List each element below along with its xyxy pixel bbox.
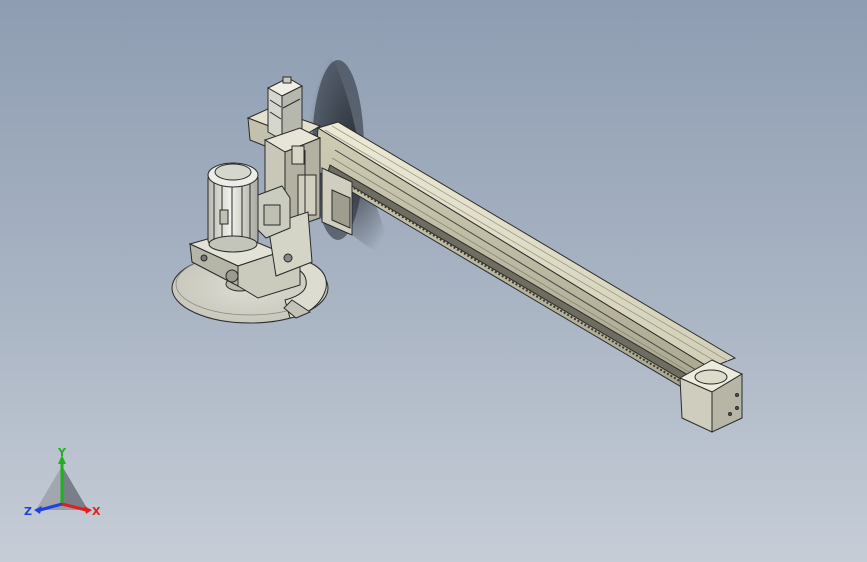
- z-axis-label: Z: [24, 505, 32, 518]
- cad-3d-viewport[interactable]: Y X Z: [0, 0, 867, 562]
- linear-rail-beam[interactable]: [314, 121, 737, 399]
- x-axis-label: X: [92, 505, 101, 518]
- rail-slot: [327, 164, 706, 393]
- y-axis-label: Y: [57, 448, 67, 459]
- assembly-model[interactable]: [0, 0, 867, 562]
- triad-graphic: Y X Z: [24, 446, 101, 518]
- orientation-triad[interactable]: Y X Z: [22, 446, 112, 524]
